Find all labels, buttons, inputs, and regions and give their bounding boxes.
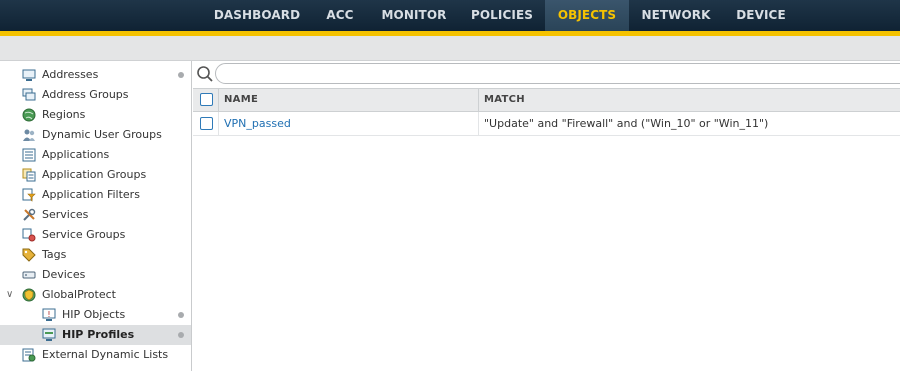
sidebar-item-application-groups[interactable]: Application Groups [0, 165, 191, 185]
sidebar-item-tags[interactable]: Tags [0, 245, 191, 265]
sidebar-item-label: Devices [42, 268, 86, 281]
tab-acc[interactable]: ACC [312, 0, 368, 31]
column-header-match[interactable]: MATCH [484, 89, 525, 111]
sidebar-item-label: External Dynamic Lists [42, 348, 169, 361]
row-checkbox[interactable] [200, 117, 213, 130]
globe-icon [22, 108, 36, 122]
profile-name-link[interactable]: VPN_passed [224, 112, 291, 136]
top-navigation-bar: DASHBOARD ACC MONITOR POLICIES OBJECTS N… [0, 0, 900, 36]
sub-toolbar [0, 36, 900, 61]
sidebar-item-label: Applications [42, 148, 110, 161]
filter-bar [193, 61, 900, 87]
tab-monitor[interactable]: MONITOR [372, 0, 456, 31]
status-dot [178, 72, 184, 78]
column-divider [478, 112, 479, 136]
select-all-checkbox[interactable] [200, 93, 213, 106]
sidebar-item-devices[interactable]: Devices [0, 265, 191, 285]
sidebar-item-dynamic-user-groups[interactable]: Dynamic User Groups [0, 125, 191, 145]
status-dot [178, 312, 184, 318]
sidebar-item-label: HIP Profiles [62, 328, 135, 341]
sidebar-item-label: HIP Objects [62, 308, 126, 321]
device-icon [22, 271, 36, 279]
column-divider [218, 89, 219, 111]
tab-objects[interactable]: OBJECTS [545, 0, 629, 31]
dynamic-list-icon [22, 348, 36, 362]
tab-policies[interactable]: POLICIES [462, 0, 542, 31]
match-expression: "Update" and "Firewall" and ("Win_10" or… [484, 117, 769, 130]
sidebar-item-external-dynamic-lists[interactable]: External Dynamic Lists [0, 345, 191, 365]
sidebar-item-label: Application Filters [42, 188, 140, 201]
column-divider [218, 112, 219, 136]
tab-device[interactable]: DEVICE [726, 0, 796, 31]
column-divider[interactable] [478, 89, 479, 111]
sidebar-item-applications[interactable]: Applications [0, 145, 191, 165]
tab-network[interactable]: NETWORK [632, 0, 720, 31]
user-group-icon [23, 129, 35, 141]
tab-dashboard[interactable]: DASHBOARD [206, 0, 308, 31]
main-content: NAME MATCH VPN_passed "Update" and "Fire… [193, 61, 900, 371]
sidebar-item-hip-profiles[interactable]: HIP Profiles [0, 325, 191, 345]
sidebar-item-label: Address Groups [42, 88, 129, 101]
sidebar-item-services[interactable]: Services [0, 205, 191, 225]
sidebar-item-label: Dynamic User Groups [42, 128, 162, 141]
objects-sidebar: Addresses Address Groups Regions Dynamic… [0, 61, 192, 371]
sidebar-item-label: Service Groups [42, 228, 126, 241]
sidebar-item-address-groups[interactable]: Address Groups [0, 85, 191, 105]
chevron-down-icon[interactable]: ∨ [6, 285, 13, 305]
sidebar-item-regions[interactable]: Regions [0, 105, 191, 125]
column-header-name[interactable]: NAME [224, 89, 258, 111]
sidebar-item-label: Services [42, 208, 89, 221]
sidebar-item-addresses[interactable]: Addresses [0, 65, 191, 85]
applications-icon [22, 148, 36, 162]
address-group-icon [22, 88, 36, 101]
address-icon [22, 69, 36, 81]
tools-icon [23, 208, 36, 221]
filter-icon [22, 188, 36, 202]
sidebar-item-globalprotect[interactable]: ∨ GlobalProtect [0, 285, 191, 305]
status-dot [178, 332, 184, 338]
sidebar-item-label: Application Groups [42, 168, 147, 181]
sidebar-item-label: Addresses [42, 68, 99, 81]
hip-profile-icon [42, 328, 56, 341]
search-icon[interactable] [196, 65, 214, 83]
application-group-icon [22, 168, 36, 182]
tag-icon [22, 248, 36, 262]
search-input[interactable] [215, 63, 900, 84]
sidebar-item-service-groups[interactable]: Service Groups [0, 225, 191, 245]
service-group-icon [22, 228, 36, 242]
sidebar-item-label: GlobalProtect [42, 288, 116, 301]
globalprotect-icon [22, 288, 36, 302]
table-row[interactable]: VPN_passed "Update" and "Firewall" and (… [193, 112, 900, 136]
sidebar-item-application-filters[interactable]: Application Filters [0, 185, 191, 205]
table-header: NAME MATCH [193, 88, 900, 112]
hip-object-icon: ! [42, 308, 56, 321]
sidebar-item-label: Regions [42, 108, 86, 121]
svg-text:!: ! [47, 310, 50, 319]
sidebar-item-hip-objects[interactable]: ! HIP Objects [0, 305, 191, 325]
sidebar-item-label: Tags [42, 248, 67, 261]
